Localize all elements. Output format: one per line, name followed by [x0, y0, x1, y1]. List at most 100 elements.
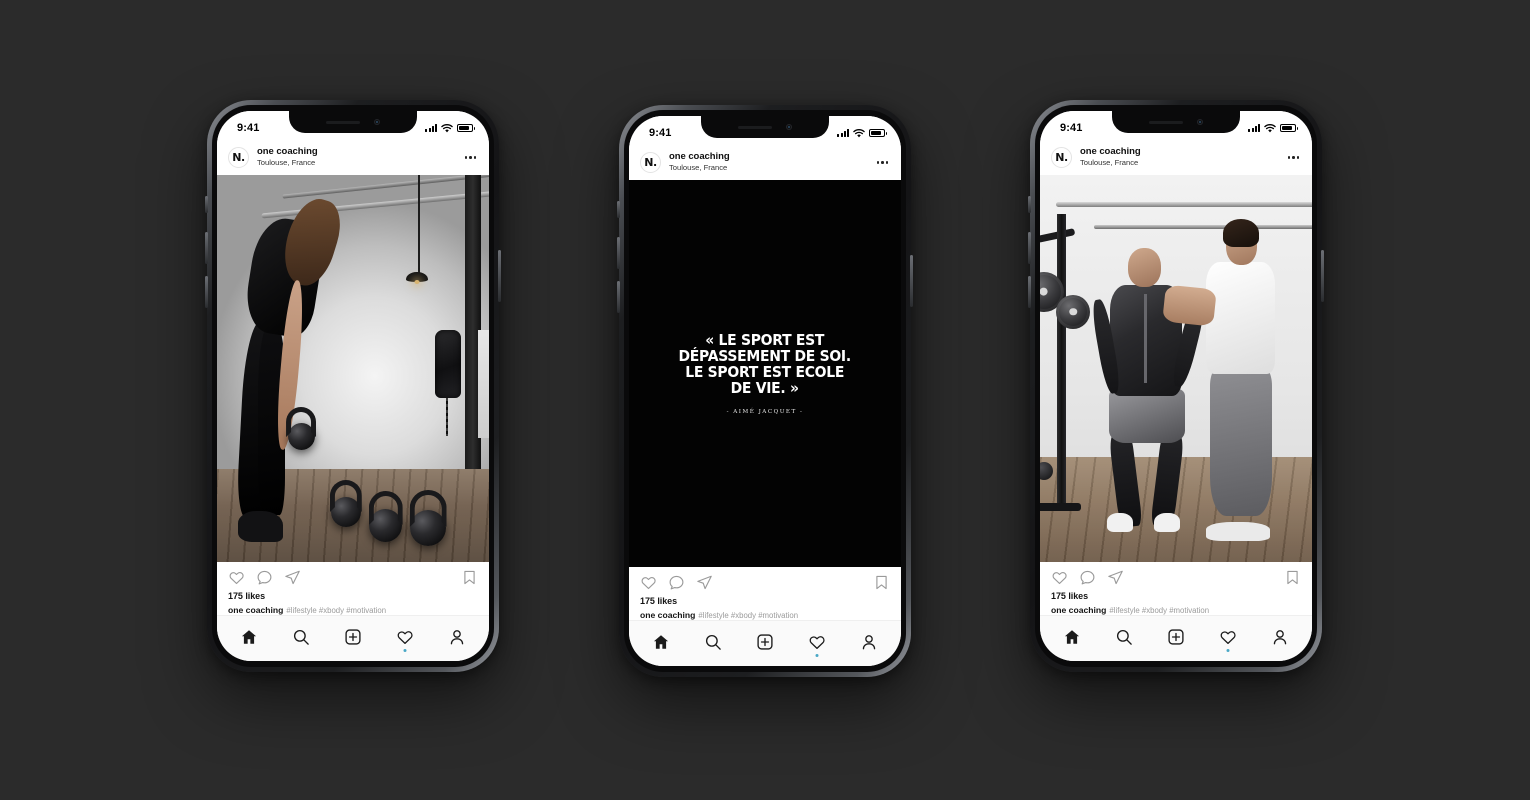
comment-icon[interactable]: [1079, 569, 1096, 586]
bookmark-icon[interactable]: [461, 569, 478, 586]
person-icon: [862, 634, 876, 649]
volume-up-button[interactable]: [205, 232, 208, 264]
comment-icon[interactable]: [256, 569, 273, 586]
more-options-icon[interactable]: [1286, 152, 1302, 163]
post-actions-left: [1051, 569, 1124, 586]
silent-switch[interactable]: [617, 201, 620, 218]
front-camera-icon: [374, 119, 380, 125]
signal-icon: [1248, 124, 1260, 132]
photo-ems-coaching: [1040, 175, 1312, 562]
caption-username[interactable]: one coaching: [640, 610, 695, 620]
tab-home[interactable]: [234, 622, 264, 652]
heart-icon[interactable]: [228, 569, 245, 586]
tab-profile[interactable]: [854, 627, 884, 657]
volume-up-button[interactable]: [617, 237, 620, 269]
tab-bar: [1040, 615, 1312, 661]
volume-down-button[interactable]: [1028, 276, 1031, 308]
account-name: one coaching: [1080, 146, 1141, 158]
signal-icon: [837, 129, 849, 137]
avatar[interactable]: N.: [640, 152, 661, 173]
photo-kettlebell-workout: [217, 175, 489, 562]
post-meta: 175 likes one coaching #lifestyle #xbody …: [629, 590, 901, 620]
silent-switch[interactable]: [1028, 196, 1031, 213]
caption-username[interactable]: one coaching: [228, 605, 283, 615]
home-icon: [653, 634, 669, 649]
power-button[interactable]: [910, 255, 913, 307]
tab-add-post[interactable]: [750, 627, 780, 657]
tab-search[interactable]: [286, 622, 316, 652]
bookmark-icon[interactable]: [873, 574, 890, 591]
volume-down-button[interactable]: [617, 281, 620, 313]
tab-bar: [629, 620, 901, 666]
heart-outline-icon: [397, 630, 413, 644]
post-header: N. one coaching Toulouse, France: [217, 141, 489, 175]
caption-hashtags[interactable]: #lifestyle #xbody #motivation: [698, 611, 798, 620]
plus-box-icon: [757, 633, 773, 650]
status-time: 9:41: [649, 127, 672, 139]
share-icon[interactable]: [696, 574, 713, 591]
battery-icon: [457, 124, 475, 132]
post-media[interactable]: [1040, 175, 1312, 562]
tab-profile[interactable]: [442, 622, 472, 652]
phone-bezel: 9:41 N.: [1035, 105, 1317, 667]
avatar[interactable]: N.: [228, 147, 249, 168]
post-media[interactable]: « LE SPORT EST DÉPASSEMENT DE SOI. LE SP…: [629, 180, 901, 567]
account-name: one coaching: [257, 146, 318, 158]
bookmark-icon[interactable]: [1284, 569, 1301, 586]
silent-switch[interactable]: [205, 196, 208, 213]
caption-hashtags[interactable]: #lifestyle #xbody #motivation: [286, 606, 386, 615]
share-icon[interactable]: [284, 569, 301, 586]
like-count[interactable]: 175 likes: [228, 591, 478, 601]
notch: [701, 116, 829, 138]
tab-home[interactable]: [1057, 622, 1087, 652]
share-icon[interactable]: [1107, 569, 1124, 586]
post-actions: [629, 566, 901, 591]
more-options-icon[interactable]: [463, 152, 479, 163]
home-icon: [241, 629, 257, 644]
battery-icon: [1280, 124, 1298, 132]
tab-add-post[interactable]: [1161, 622, 1191, 652]
heart-icon[interactable]: [640, 574, 657, 591]
caption-username[interactable]: one coaching: [1051, 605, 1106, 615]
quote-line-2: DÉPASSEMENT DE SOI.: [678, 346, 852, 365]
activity-badge-dot: [403, 648, 407, 652]
comment-icon[interactable]: [668, 574, 685, 591]
account-block[interactable]: one coaching Toulouse, France: [1080, 146, 1278, 167]
status-time: 9:41: [1060, 122, 1083, 134]
post-actions-right: [461, 569, 478, 586]
like-count[interactable]: 175 likes: [1051, 591, 1301, 601]
plus-box-icon: [345, 628, 361, 645]
activity-badge-dot: [815, 653, 819, 657]
post-meta: 175 likes one coaching #lifestyle #xbody …: [1040, 585, 1312, 615]
tab-search[interactable]: [1109, 622, 1139, 652]
power-button[interactable]: [498, 250, 501, 302]
heart-icon[interactable]: [1051, 569, 1068, 586]
tab-add-post[interactable]: [338, 622, 368, 652]
post-media[interactable]: [217, 175, 489, 562]
volume-down-button[interactable]: [205, 276, 208, 308]
post-actions-left: [640, 574, 713, 591]
tab-search[interactable]: [698, 627, 728, 657]
wifi-icon: [853, 128, 865, 137]
tab-activity[interactable]: [1213, 622, 1243, 652]
tab-home[interactable]: [646, 627, 676, 657]
quote-line-4: DE VIE. »: [730, 378, 800, 397]
phone-bezel: 9:41 N.: [624, 110, 906, 672]
tab-activity[interactable]: [802, 627, 832, 657]
search-icon: [293, 629, 309, 645]
more-options-icon[interactable]: [875, 157, 891, 168]
person-icon: [450, 629, 464, 644]
notch: [289, 111, 417, 133]
account-block[interactable]: one coaching Toulouse, France: [669, 151, 867, 172]
like-count[interactable]: 175 likes: [640, 596, 890, 606]
power-button[interactable]: [1321, 250, 1324, 302]
home-icon: [1064, 629, 1080, 644]
avatar[interactable]: N.: [1051, 147, 1072, 168]
account-block[interactable]: one coaching Toulouse, France: [257, 146, 455, 167]
caption-hashtags[interactable]: #lifestyle #xbody #motivation: [1109, 606, 1209, 615]
post-actions: [1040, 561, 1312, 586]
tab-profile[interactable]: [1265, 622, 1295, 652]
wifi-icon: [1264, 123, 1276, 132]
volume-up-button[interactable]: [1028, 232, 1031, 264]
tab-activity[interactable]: [390, 622, 420, 652]
